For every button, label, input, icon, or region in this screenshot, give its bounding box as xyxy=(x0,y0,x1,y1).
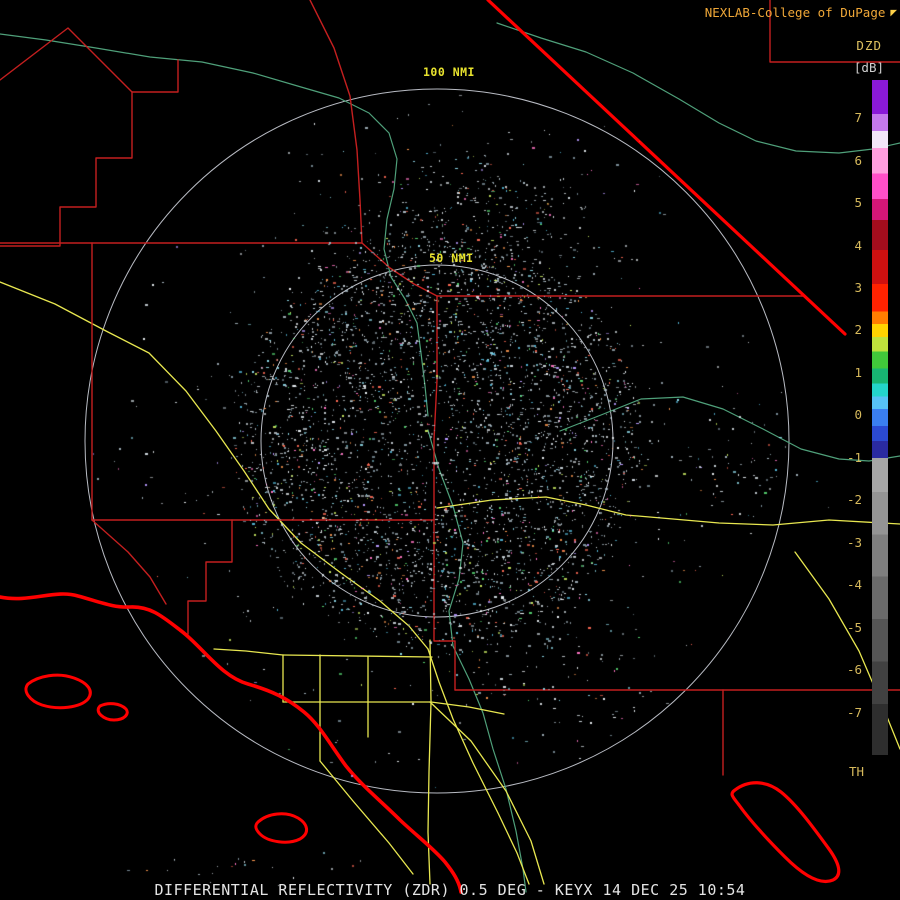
colorbar-tick-label: 4 xyxy=(854,237,862,253)
colorbar-tick-label: -1 xyxy=(846,449,862,465)
radar-display: 100 NMI 50 NMI NEXLAB-College of DuPage … xyxy=(0,0,900,900)
colorbar-tick-label: 5 xyxy=(854,195,862,211)
colorbar-tick-label: -7 xyxy=(846,704,862,720)
range-ring-label-100nmi: 100 NMI xyxy=(423,65,475,79)
colorbar-tick-label: -2 xyxy=(846,492,862,508)
colorbar-threshold-label: TH xyxy=(848,764,864,779)
radar-echoes-canvas xyxy=(0,0,900,900)
colorbar-tick-label: -3 xyxy=(846,534,862,550)
status-text: DIFFERENTIAL REFLECTIVITY (ZDR) 0.5 DEG … xyxy=(154,881,746,899)
colorbar-tick-label: 0 xyxy=(854,407,862,423)
colorbar-tick-label: -6 xyxy=(846,662,862,678)
cursor-icon: ◤ xyxy=(890,6,897,19)
colorbar-tick-label: 7 xyxy=(854,110,862,126)
colorbar-tick-label: -4 xyxy=(846,577,862,593)
colorbar-tick-label: -5 xyxy=(846,619,862,635)
colorbar xyxy=(872,80,888,755)
header: NEXLAB-College of DuPage ◤ xyxy=(705,5,897,20)
range-ring-label-50nmi: 50 NMI xyxy=(429,251,474,265)
status-bar: DIFFERENTIAL REFLECTIVITY (ZDR) 0.5 DEG … xyxy=(0,880,900,900)
colorbar-tick-label: 3 xyxy=(854,280,862,296)
colorbar-tick-label: 2 xyxy=(854,322,862,338)
colorbar-tick-label: 6 xyxy=(854,152,862,168)
colorbar-tick-label: 1 xyxy=(854,364,862,380)
